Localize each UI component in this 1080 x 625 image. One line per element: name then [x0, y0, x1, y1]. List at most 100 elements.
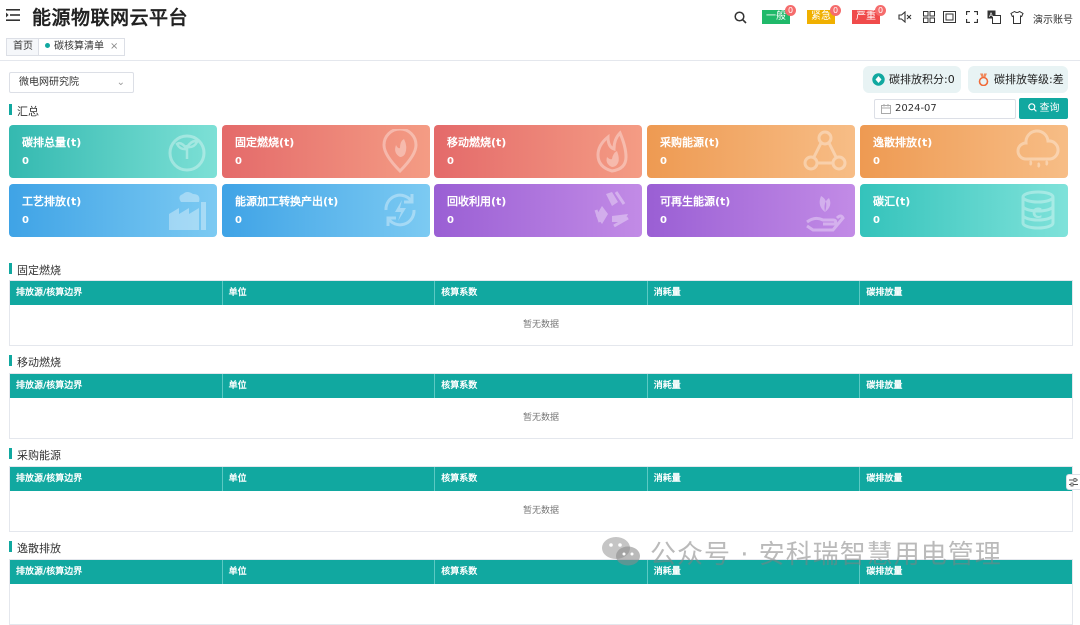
summary-card[interactable]: 可再生能源(t) 0 [647, 184, 855, 237]
summary-card-title: 可再生能源(t) [660, 195, 731, 208]
search-icon [1027, 103, 1037, 112]
language-icon[interactable]: A [986, 9, 1002, 25]
table-header-cell[interactable]: 排放源/核算边界 [10, 281, 223, 305]
energy-cycle-icon [378, 188, 422, 232]
account-menu[interactable]: 演示账号 [1033, 11, 1073, 26]
recycle-icon [590, 188, 634, 232]
summary-card-value: 0 [235, 215, 242, 226]
factory-icon [165, 188, 209, 232]
organization-select-value: 微电网研究院 [19, 77, 79, 88]
tab-home[interactable]: 首页 [6, 38, 40, 56]
summary-card-value: 0 [660, 156, 667, 167]
alert-normal-count: 0 [785, 5, 796, 16]
table-header-cell[interactable]: 消耗量 [648, 281, 861, 305]
carbon-level-label: 碳排放等级:差 [994, 73, 1064, 86]
summary-card-title: 碳汇(t) [873, 195, 911, 208]
settings-drawer-handle[interactable] [1066, 474, 1080, 490]
carbon-score-pill: 碳排放积分:0 [863, 66, 961, 93]
month-picker-value: 2024-07 [895, 103, 937, 114]
summary-card[interactable]: 碳汇(t) 0 C [860, 184, 1068, 237]
summary-card-title: 固定燃烧(t) [235, 136, 295, 149]
table-header-cell[interactable]: 单位 [223, 374, 436, 398]
summary-card[interactable]: 采购能源(t) 0 [647, 125, 855, 178]
data-table: 排放源/核算边界 单位 核算系数 消耗量 碳排放量 暂无数据 [9, 280, 1073, 346]
data-table: 排放源/核算边界 单位 核算系数 消耗量 碳排放量 暂无数据 [9, 373, 1073, 439]
table-header-cell[interactable]: 消耗量 [648, 467, 861, 491]
summary-card[interactable]: 能源加工转换产出(t) 0 [222, 184, 430, 237]
table-header-row: 排放源/核算边界 单位 核算系数 消耗量 碳排放量 [10, 374, 1072, 398]
summary-card[interactable]: 固定燃烧(t) 0 [222, 125, 430, 178]
summary-card-title: 回收利用(t) [447, 195, 507, 208]
network-icon [803, 129, 847, 173]
table-header-cell[interactable]: 单位 [223, 281, 436, 305]
calendar-icon [881, 104, 891, 114]
summary-card[interactable]: 逸散排放(t) 0 [860, 125, 1068, 178]
summary-card-title: 逸散排放(t) [873, 136, 933, 149]
section-title: 逸散排放 [9, 540, 61, 556]
mute-icon[interactable] [897, 9, 913, 25]
sliders-icon [1069, 477, 1078, 486]
tab-carbon-inventory-label: 碳核算清单 [54, 41, 104, 52]
query-button[interactable]: 查询 [1019, 98, 1068, 119]
summary-card-value: 0 [235, 156, 242, 167]
table-empty-state: 暂无数据 [10, 398, 1072, 438]
wechat-logo-icon [602, 537, 640, 566]
active-dot-icon [45, 42, 50, 48]
summary-card[interactable]: 移动燃烧(t) 0 [434, 125, 642, 178]
section-title: 固定燃烧 [9, 262, 61, 278]
flame-icon [590, 129, 634, 173]
search-icon[interactable] [732, 9, 748, 25]
month-picker-input[interactable]: 2024-07 [874, 99, 1016, 119]
table-header-row: 排放源/核算边界 单位 核算系数 消耗量 碳排放量 [10, 467, 1072, 491]
table-header-cell[interactable]: 碳排放量 [860, 374, 1072, 398]
table-header-cell[interactable]: 排放源/核算边界 [10, 467, 223, 491]
app-title: 能源物联网云平台 [32, 7, 189, 29]
theme-shirt-icon[interactable] [1009, 9, 1025, 25]
summary-card-value: 0 [447, 215, 454, 226]
table-header-row: 排放源/核算边界 单位 核算系数 消耗量 碳排放量 [10, 281, 1072, 305]
tab-carbon-inventory[interactable]: 碳核算清单 × [38, 38, 126, 56]
summary-card-value: 0 [873, 156, 880, 167]
watermark-text: 公众号 · 安科瑞智慧用电管理 [650, 539, 1002, 570]
grid-icon[interactable] [921, 9, 937, 25]
summary-card-title: 移动燃烧(t) [447, 136, 507, 149]
table-header-cell[interactable]: 排放源/核算边界 [10, 374, 223, 398]
cloud-icon [1016, 129, 1060, 173]
chevron-down-icon: ⌄ [116, 77, 125, 88]
summary-card-value: 0 [873, 215, 880, 226]
summary-card[interactable]: 工艺排放(t) 0 [9, 184, 217, 237]
table-header-cell[interactable]: 碳排放量 [860, 281, 1072, 305]
table-header-cell[interactable]: 消耗量 [648, 374, 861, 398]
summary-card-value: 0 [22, 215, 29, 226]
summary-card-title: 能源加工转换产出(t) [235, 195, 339, 208]
carbon-score-label: 碳排放积分:0 [889, 73, 955, 86]
summary-card-value: 0 [22, 156, 29, 167]
diamond-score-icon [872, 73, 885, 86]
table-header-cell[interactable]: 排放源/核算边界 [10, 560, 223, 584]
table-header-cell[interactable]: 单位 [223, 467, 436, 491]
table-header-cell[interactable]: 核算系数 [435, 281, 648, 305]
fire-location-icon [378, 127, 422, 174]
summary-card-value: 0 [660, 215, 667, 226]
section-title: 采购能源 [9, 447, 61, 463]
summary-card-title: 工艺排放(t) [22, 195, 82, 208]
carbon-sink-icon: C [1016, 188, 1060, 232]
table-header-cell[interactable]: 碳排放量 [860, 467, 1072, 491]
screen-icon[interactable] [941, 9, 957, 25]
medal-icon [978, 73, 989, 86]
close-icon[interactable]: × [110, 41, 118, 52]
table-header-cell[interactable]: 核算系数 [435, 374, 648, 398]
summary-card-title: 碳排总量(t) [22, 136, 82, 149]
alert-severe-count: 0 [875, 5, 886, 16]
table-header-cell[interactable]: 核算系数 [435, 467, 648, 491]
query-button-label: 查询 [1039, 103, 1060, 114]
summary-card[interactable]: 碳排总量(t) 0 [9, 125, 217, 178]
fullscreen-icon[interactable] [964, 9, 980, 25]
hand-leaf-icon [803, 188, 847, 232]
summary-section-title: 汇总 [9, 103, 39, 119]
summary-card[interactable]: 回收利用(t) 0 [434, 184, 642, 237]
organization-select[interactable]: 微电网研究院 ⌄ [9, 72, 134, 93]
table-empty-state: 暂无数据 [10, 491, 1072, 531]
table-header-cell[interactable]: 单位 [223, 560, 436, 584]
menu-toggle-icon[interactable] [6, 9, 22, 23]
